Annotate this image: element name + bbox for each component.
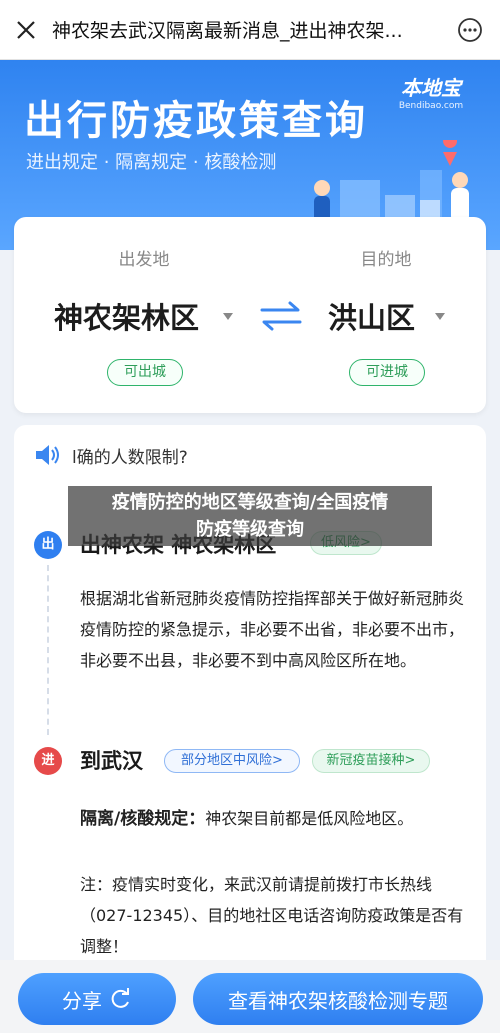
to-chevron-down-icon[interactable] <box>435 313 445 320</box>
timeline-divider <box>47 565 49 735</box>
swap-icon[interactable] <box>258 299 304 333</box>
entry-badge: 进 <box>34 747 62 775</box>
to-city-select[interactable]: 洪山区 <box>328 295 415 337</box>
exit-badge: 出 <box>34 531 62 559</box>
share-icon <box>111 988 129 1008</box>
check-nucleic-test-button[interactable]: 查看神农架核酸检测专题 <box>193 973 483 1025</box>
to-status-badge: 可进城 <box>349 359 425 386</box>
speaker-icon <box>36 445 59 465</box>
brand-name: 本地宝 <box>401 76 461 100</box>
share-label: 分享 <box>62 988 102 1013</box>
app-header: 神农架去武汉隔离最新消息_进出神农架... <box>0 0 500 60</box>
to-label: 目的地 <box>360 250 412 270</box>
close-icon <box>17 20 35 39</box>
brand-url: Bendibao.com <box>398 101 464 111</box>
notice-text: l确的人数限制? <box>72 448 188 468</box>
from-chevron-down-icon[interactable] <box>223 313 233 320</box>
notice-bar[interactable]: l确的人数限制? <box>14 425 486 485</box>
entry-risk-tag[interactable]: 部分地区中风险> <box>164 749 300 773</box>
exit-policy-text: 根据湖北省新冠肺炎疫情防控指挥部关于做好新冠肺炎疫情防控的紧急提示，非必要不出省… <box>80 589 465 670</box>
share-button[interactable]: 分享 <box>18 973 176 1025</box>
route-card: 出发地 目的地 神农架林区 洪山区 可出城 可进城 <box>14 217 486 413</box>
page-title: 神农架去武汉隔离最新消息_进出神农架... <box>52 20 403 42</box>
policy-details: 出 出神农架 神农架林区 低风险> 根据湖北省新冠肺炎疫情防控指挥部关于做好新冠… <box>14 485 486 975</box>
caption-line-2: 防疫等级查询 <box>196 519 304 540</box>
from-status-badge: 可出城 <box>107 359 183 386</box>
vaccine-tag[interactable]: 新冠疫苗接种> <box>312 749 430 773</box>
caption-overlay: 疫情防控的地区等级查询/全国疫情 防疫等级查询 <box>68 486 432 546</box>
entry-title: 到武汉 <box>80 749 143 773</box>
hero-subheading: 进出规定 · 隔离规定 · 核酸检测 <box>26 152 277 173</box>
from-label: 出发地 <box>118 250 170 270</box>
caption-line-1: 疫情防控的地区等级查询/全国疫情 <box>111 492 389 513</box>
quarantine-label: 隔离/核酸规定： <box>80 809 206 829</box>
more-icon <box>458 18 482 42</box>
hero-heading: 出行防疫政策查询 <box>24 98 368 144</box>
entry-note: 注：疫情实时变化，来武汉前请提前拨打市长热线（027-12345）、目的地社区电… <box>80 875 464 956</box>
quarantine-text: 神农架目前都是低风险地区。 <box>205 809 414 828</box>
more-button[interactable] <box>454 14 486 46</box>
close-button[interactable] <box>0 0 52 60</box>
bottom-action-bar: 分享 查看神农架核酸检测专题 <box>0 960 500 1033</box>
brand-logo: 本地宝 Bendibao.com <box>390 72 472 111</box>
quarantine-rule: 隔离/核酸规定：神农架目前都是低风险地区。 <box>80 803 470 835</box>
from-city-select[interactable]: 神农架林区 <box>54 295 199 337</box>
